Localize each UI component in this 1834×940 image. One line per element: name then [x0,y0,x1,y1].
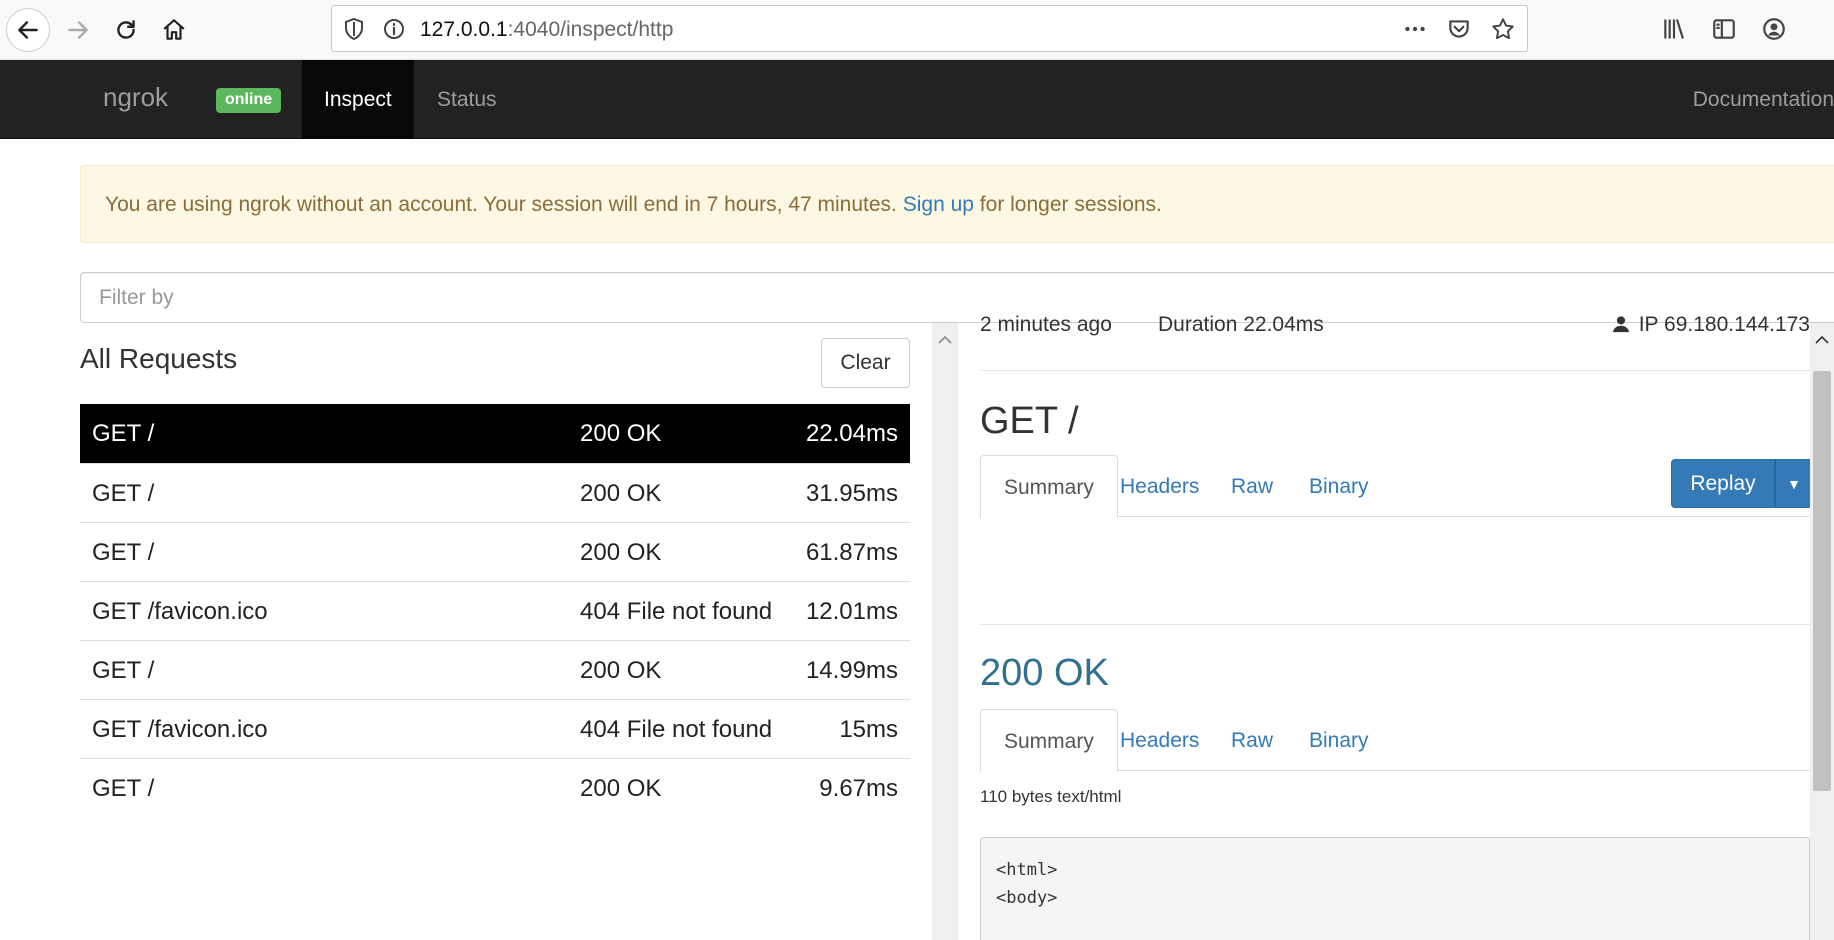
chevron-up-icon[interactable] [1815,332,1829,350]
more-icon[interactable] [1401,15,1429,43]
address-bar[interactable]: 127.0.0.1:4040/inspect/http [331,5,1528,52]
tab-headers[interactable]: Headers [1097,709,1222,771]
table-row[interactable]: GET /favicon.ico 404 File not found 15ms [80,699,910,758]
request-path: GET / [92,480,155,507]
caret-down-icon: ▼ [1787,475,1801,492]
request-duration: 15ms [839,716,898,743]
response-tabs: Summary Headers Raw Binary [980,709,1810,772]
user-icon [1612,316,1629,333]
tab-raw[interactable]: Raw [1208,455,1296,517]
request-path: GET / [92,775,155,802]
forward-arrow-icon[interactable] [56,8,100,52]
sidebar-icon[interactable] [1710,14,1738,44]
scrollbar-thumb[interactable] [1813,371,1831,791]
info-icon[interactable] [382,17,406,41]
requests-table: GET / 200 OK 22.04ms GET / 200 OK 31.95m… [80,404,910,817]
request-status: 200 OK [580,420,662,447]
status-badge: online [216,88,282,113]
request-meta-bar: 2 minutes ago Duration 22.04ms IP 69.180… [980,313,1810,371]
request-duration: 12.01ms [805,598,898,625]
table-row[interactable]: GET / 200 OK 31.95ms [80,463,910,522]
browser-toolbar: 127.0.0.1:4040/inspect/http [0,0,1834,60]
replay-dropdown-button[interactable]: ▼ [1775,459,1813,508]
request-ip-value: IP 69.180.144.173 [1638,313,1810,336]
request-duration: 9.67ms [819,775,898,802]
account-icon[interactable] [1760,14,1788,44]
tab-binary[interactable]: Binary [1286,455,1392,517]
all-requests-title: All Requests [80,343,238,374]
reload-icon[interactable] [104,8,148,52]
request-path: GET /favicon.ico [92,716,268,743]
response-size-type: 110 bytes text/html [980,787,1122,806]
brand-logo[interactable]: ngrok [103,82,168,113]
url-host: 127.0.0.1 [420,18,508,41]
tab-binary[interactable]: Binary [1286,709,1392,771]
url-text[interactable]: 127.0.0.1:4040/inspect/http [420,18,673,42]
code-line: <body> [996,888,1058,908]
session-warning-alert: You are using ngrok without an account. … [80,165,1834,243]
request-duration: 22.04ms [805,420,898,447]
request-path: GET / [92,539,155,566]
back-arrow-icon[interactable] [6,8,50,52]
request-status: 200 OK [580,539,662,566]
replay-button-group: Replay ▼ [1671,459,1813,508]
documentation-link[interactable]: Documentation [1693,60,1834,139]
shield-icon[interactable] [342,17,366,41]
request-ip: IP 69.180.144.173 [1611,313,1810,337]
tab-raw[interactable]: Raw [1208,709,1296,771]
section-divider [980,624,1810,625]
url-path: :4040/inspect/http [507,18,674,41]
request-status: 200 OK [580,775,662,802]
request-status: 404 File not found [580,598,773,625]
request-duration: 14.99ms [805,657,898,684]
table-row[interactable]: GET / 200 OK 14.99ms [80,640,910,699]
replay-button[interactable]: Replay [1671,459,1775,508]
alert-text-after: for longer sessions. [973,193,1162,216]
sign-up-link[interactable]: Sign up [903,193,974,216]
library-icon[interactable] [1660,14,1688,44]
left-pane-scrollbar[interactable] [932,323,958,940]
code-line: <html> [996,860,1058,880]
table-row[interactable]: GET / 200 OK 22.04ms [80,404,910,463]
tab-headers[interactable]: Headers [1097,455,1222,517]
request-path: GET /favicon.ico [92,598,268,625]
request-duration-meta: Duration 22.04ms [1158,313,1324,336]
response-status: 200 OK [980,652,1109,694]
tab-status[interactable]: Status [415,60,519,139]
tab-inspect[interactable]: Inspect [302,60,414,139]
pocket-icon[interactable] [1445,15,1473,43]
request-duration: 61.87ms [805,539,898,566]
response-body-code: <html> <body> [980,837,1810,940]
request-status: 200 OK [580,480,662,507]
clear-button[interactable]: Clear [821,338,910,388]
table-row[interactable]: GET / 200 OK 61.87ms [80,522,910,581]
right-pane-scrollbar[interactable] [1810,323,1834,940]
home-icon[interactable] [152,8,196,52]
request-time-ago: 2 minutes ago [980,313,1112,336]
request-status: 404 File not found [580,716,773,743]
request-path: GET / [92,657,155,684]
alert-text-before: You are using ngrok without an account. … [105,193,903,216]
request-title: GET / [980,400,1079,442]
table-row[interactable]: GET / 200 OK 9.67ms [80,758,910,817]
request-status: 200 OK [580,657,662,684]
star-icon[interactable] [1489,15,1517,43]
chevron-up-icon[interactable] [938,332,952,350]
table-row[interactable]: GET /favicon.ico 404 File not found 12.0… [80,581,910,640]
request-path: GET / [92,420,155,447]
top-navbar: ngrok online Inspect Status Documentatio… [0,60,1834,139]
request-duration: 31.95ms [805,480,898,507]
